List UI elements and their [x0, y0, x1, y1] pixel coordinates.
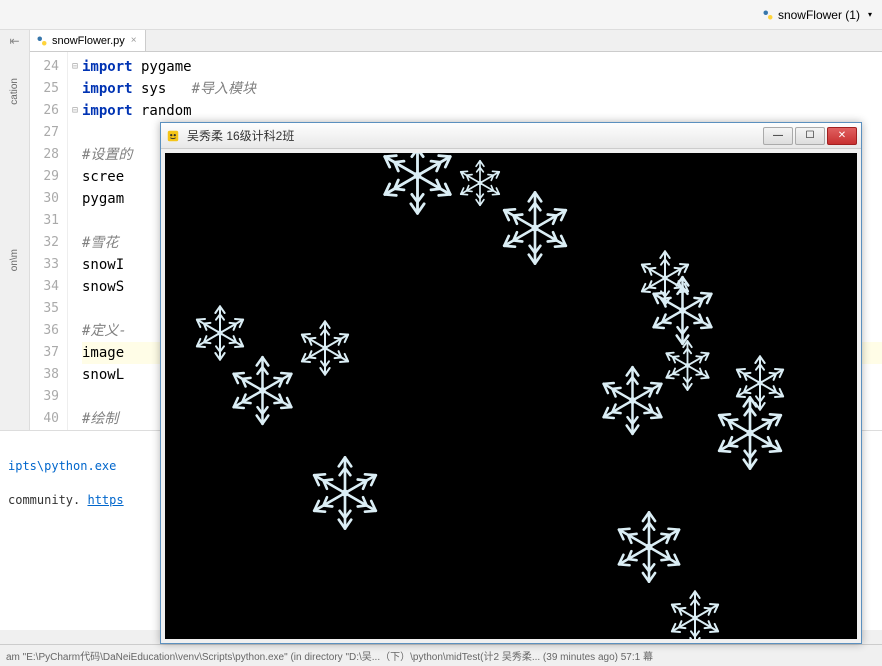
left-panel-label-2[interactable]: on\m — [7, 247, 22, 273]
snowflake — [305, 453, 385, 533]
main-toolbar: snowFlower (1) ▾ — [0, 0, 882, 30]
status-bar: am "E:\PyCharm代码\DaNeiEducation\venv\Scr… — [0, 644, 882, 666]
maximize-button[interactable]: ☐ — [795, 127, 825, 145]
python-file-icon — [36, 35, 48, 47]
line-number: 27 — [30, 122, 59, 144]
close-icon[interactable]: × — [129, 35, 139, 46]
tab-label: snowFlower.py — [52, 35, 125, 47]
pygame-window[interactable]: 吴秀柔 16级计科2班 — ☐ ✕ — [160, 122, 862, 644]
fold-icon[interactable]: ⊟ — [68, 56, 82, 78]
snowflake — [595, 363, 670, 438]
line-number: 39 — [30, 386, 59, 408]
python-run-icon — [762, 9, 774, 21]
snowflake — [665, 588, 725, 639]
editor-tabs-bar: snowFlower.py × — [30, 30, 882, 52]
line-number: 29 — [30, 166, 59, 188]
line-number: 33 — [30, 254, 59, 276]
pygame-window-title: 吴秀柔 16级计科2班 — [187, 127, 761, 144]
fold-gutter: ⊟ ⊟ — [68, 52, 82, 430]
line-number: 36 — [30, 320, 59, 342]
pygame-canvas — [165, 153, 857, 639]
snowflake — [710, 393, 790, 473]
fold-icon[interactable]: ⊟ — [68, 100, 82, 122]
line-number: 37 — [30, 342, 59, 364]
pygame-app-icon — [165, 128, 181, 144]
snowflake — [225, 353, 300, 428]
console-text: community. — [8, 493, 87, 507]
snowflake — [645, 273, 720, 348]
status-text: am "E:\PyCharm代码\DaNeiEducation\venv\Scr… — [6, 648, 653, 663]
line-number: 34 — [30, 276, 59, 298]
chevron-down-icon[interactable]: ▾ — [868, 10, 872, 19]
snowflake — [495, 188, 575, 268]
line-number: 28 — [30, 144, 59, 166]
left-panel-label[interactable]: cation — [7, 76, 22, 107]
tab-snowflower[interactable]: snowFlower.py × — [30, 30, 146, 51]
snowflake — [375, 153, 460, 218]
left-tool-gutter: ⇤ cation on\m — [0, 30, 30, 430]
minimize-button[interactable]: — — [763, 127, 793, 145]
line-number: 24 — [30, 56, 59, 78]
console-path: ipts\python.exe — [8, 459, 116, 473]
line-number: 26 — [30, 100, 59, 122]
line-number: 32 — [30, 232, 59, 254]
line-number: 40 — [30, 408, 59, 430]
pygame-titlebar[interactable]: 吴秀柔 16级计科2班 — ☐ ✕ — [161, 123, 861, 149]
window-controls: — ☐ ✕ — [761, 127, 857, 145]
line-number: 38 — [30, 364, 59, 386]
close-button[interactable]: ✕ — [827, 127, 857, 145]
line-number: 31 — [30, 210, 59, 232]
line-number: 25 — [30, 78, 59, 100]
line-number: 35 — [30, 298, 59, 320]
collapse-left-icon[interactable]: ⇤ — [9, 34, 19, 48]
snowflake — [610, 508, 688, 586]
line-number-gutter: 2425262728293031323334353637383940 — [30, 52, 68, 430]
console-link[interactable]: https — [87, 493, 123, 507]
snowflake — [295, 318, 355, 378]
line-number: 30 — [30, 188, 59, 210]
snowflake — [660, 338, 715, 393]
run-config-label[interactable]: snowFlower (1) — [778, 8, 860, 22]
